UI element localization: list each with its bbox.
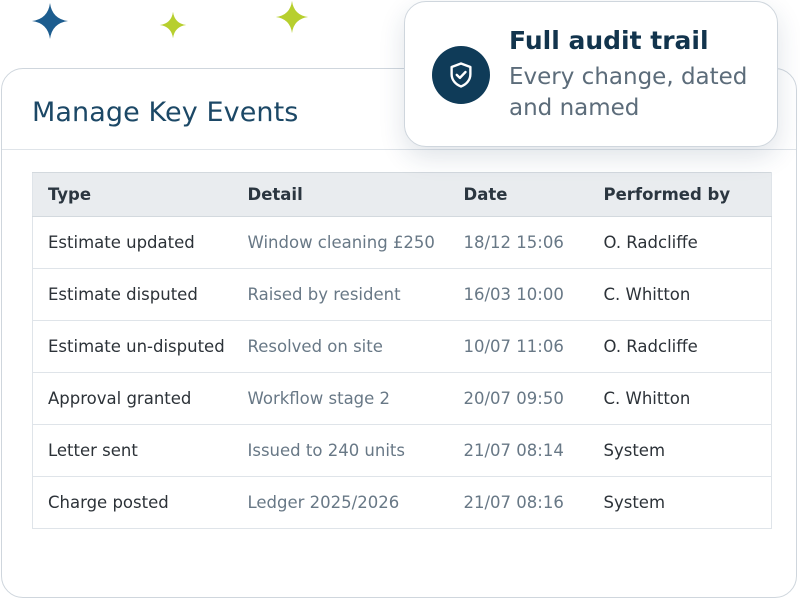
cell-performed-by: System <box>588 424 772 477</box>
cell-performed-by: O. Radcliffe <box>588 216 772 269</box>
cell-date: 20/07 09:50 <box>448 372 589 425</box>
cell-date: 21/07 08:16 <box>448 476 589 529</box>
table-row: Estimate disputed Raised by resident 16/… <box>32 268 772 321</box>
callout-description: Every change, dated and named <box>509 64 748 121</box>
audit-trail-callout: Full audit trail Every change, dated and… <box>404 1 778 147</box>
cell-type: Estimate un-disputed <box>32 320 233 373</box>
table-body: Estimate updated Window cleaning £250 18… <box>32 216 772 529</box>
cell-date: 16/03 10:00 <box>448 268 589 321</box>
column-header-detail: Detail <box>232 172 449 217</box>
callout-title: Full audit trail <box>509 26 709 55</box>
card-title: Manage Key Events <box>32 97 299 128</box>
cell-performed-by: System <box>588 476 772 529</box>
cell-detail: Workflow stage 2 <box>232 372 449 425</box>
cell-performed-by: C. Whitton <box>588 268 772 321</box>
cell-detail: Resolved on site <box>232 320 449 373</box>
cell-detail: Raised by resident <box>232 268 449 321</box>
table-row: Estimate updated Window cleaning £250 18… <box>32 216 772 269</box>
table-row: Approval granted Workflow stage 2 20/07 … <box>32 372 772 425</box>
table-row: Letter sent Issued to 240 units 21/07 08… <box>32 424 772 477</box>
four-point-star-icon <box>275 0 309 34</box>
table-header: Type Detail Date Performed by <box>32 172 772 217</box>
column-header-performed-by: Performed by <box>588 172 772 217</box>
column-header-type: Type <box>32 172 233 217</box>
shield-check-icon <box>432 46 490 104</box>
cell-type: Charge posted <box>32 476 233 529</box>
table-row: Charge posted Ledger 2025/2026 21/07 08:… <box>32 476 772 529</box>
cell-type: Estimate disputed <box>32 268 233 321</box>
table-row: Estimate un-disputed Resolved on site 10… <box>32 320 772 373</box>
table-header-row: Type Detail Date Performed by <box>32 172 772 217</box>
key-events-card: Manage Key Events Type Detail Date Perfo… <box>1 68 797 598</box>
cell-type: Approval granted <box>32 372 233 425</box>
four-point-star-icon <box>31 2 69 40</box>
cell-detail: Window cleaning £250 <box>232 216 449 269</box>
cell-performed-by: O. Radcliffe <box>588 320 772 373</box>
cell-type: Letter sent <box>32 424 233 477</box>
cell-detail: Ledger 2025/2026 <box>232 476 449 529</box>
cell-detail: Issued to 240 units <box>232 424 449 477</box>
stage: Manage Key Events Type Detail Date Perfo… <box>0 0 800 600</box>
cell-type: Estimate updated <box>32 216 233 269</box>
cell-date: 18/12 15:06 <box>448 216 589 269</box>
cell-performed-by: C. Whitton <box>588 372 772 425</box>
column-header-date: Date <box>448 172 589 217</box>
card-divider <box>2 149 796 150</box>
cell-date: 10/07 11:06 <box>448 320 589 373</box>
cell-date: 21/07 08:14 <box>448 424 589 477</box>
four-point-star-icon <box>159 11 187 39</box>
key-events-table: Type Detail Date Performed by Estimate u… <box>32 172 772 529</box>
